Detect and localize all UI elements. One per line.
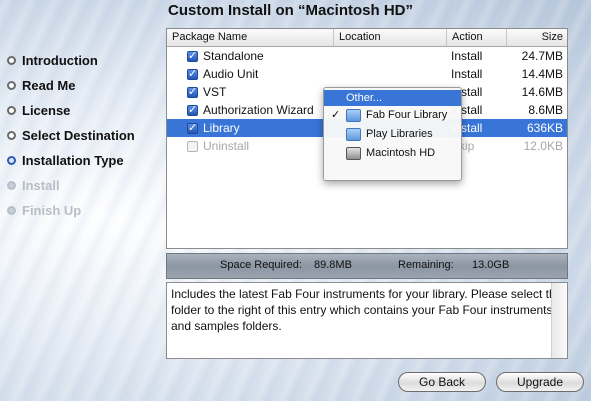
step-label: Finish Up bbox=[22, 202, 82, 218]
step-label: Introduction bbox=[22, 52, 98, 68]
space-info-bar: Space Required: 89.8MB Remaining: 13.0GB bbox=[166, 253, 568, 279]
step-select-destination: Select Destination bbox=[7, 123, 135, 148]
table-row[interactable]: Audio Unit Install 14.4MB bbox=[167, 65, 567, 83]
space-required-value: 89.8MB bbox=[314, 259, 352, 271]
action-cell: Install bbox=[451, 49, 483, 63]
size-cell: 12.0KB bbox=[523, 139, 563, 153]
package-name-cell: VST bbox=[167, 85, 334, 99]
checkbox bbox=[187, 140, 198, 152]
package-name: Audio Unit bbox=[203, 67, 259, 81]
folder-icon bbox=[346, 128, 361, 141]
step-license: License bbox=[7, 98, 135, 123]
step-label: Read Me bbox=[22, 77, 76, 93]
step-bullet-icon bbox=[7, 81, 16, 90]
step-label: License bbox=[22, 102, 71, 118]
hard-disk-icon bbox=[346, 147, 361, 160]
step-label: Install bbox=[22, 177, 60, 193]
package-name-cell: Library bbox=[167, 121, 334, 135]
step-label: Installation Type bbox=[22, 152, 124, 168]
column-header-package-name[interactable]: Package Name bbox=[167, 29, 334, 46]
step-read-me: Read Me bbox=[7, 73, 135, 98]
description-text: Includes the latest Fab Four instruments… bbox=[171, 287, 563, 333]
step-installation-type: Installation Type bbox=[7, 148, 135, 173]
package-name-cell: Uninstall bbox=[167, 139, 334, 153]
step-bullet-icon bbox=[7, 131, 16, 140]
package-description: Includes the latest Fab Four instruments… bbox=[166, 282, 568, 359]
location-popup-menu: Other... ✓ Fab Four Library Play Librari… bbox=[323, 87, 462, 181]
space-remaining-label: Remaining: bbox=[398, 259, 454, 271]
checkbox[interactable] bbox=[187, 121, 198, 134]
space-remaining-value: 13.0GB bbox=[472, 259, 510, 271]
go-back-button[interactable]: Go Back bbox=[398, 372, 486, 392]
space-required-label: Space Required: bbox=[220, 259, 302, 271]
column-header-location[interactable]: Location bbox=[334, 29, 447, 46]
size-cell: 14.4MB bbox=[521, 67, 563, 81]
step-bullet-icon bbox=[7, 56, 16, 65]
package-name: VST bbox=[203, 85, 227, 99]
step-bullet-icon bbox=[7, 206, 16, 215]
size-cell: 636KB bbox=[526, 121, 563, 135]
step-bullet-icon bbox=[7, 181, 16, 190]
menu-item-label: Macintosh HD bbox=[366, 147, 436, 159]
checkbox[interactable] bbox=[187, 49, 198, 62]
menu-item-label: Fab Four Library bbox=[366, 109, 448, 121]
size-cell: 8.6MB bbox=[528, 103, 563, 117]
description-scrollbar[interactable] bbox=[551, 283, 567, 358]
size-cell: 24.7MB bbox=[521, 49, 563, 63]
table-row[interactable]: Standalone Install 24.7MB bbox=[167, 47, 567, 65]
steps-sidebar: Introduction Read Me License Select Dest… bbox=[7, 48, 135, 223]
step-finish-up: Finish Up bbox=[7, 198, 135, 223]
step-introduction: Introduction bbox=[7, 48, 135, 73]
checkbox[interactable] bbox=[187, 103, 198, 116]
table-header: Package Name Location Action Size bbox=[167, 29, 567, 47]
menu-item-label: Play Libraries bbox=[366, 128, 433, 140]
upgrade-button[interactable]: Upgrade bbox=[496, 372, 584, 392]
menu-item-play-libraries[interactable]: Play Libraries bbox=[324, 125, 461, 144]
column-header-size[interactable]: Size bbox=[507, 29, 567, 46]
package-name: Uninstall bbox=[203, 139, 250, 153]
checkbox[interactable] bbox=[187, 85, 198, 98]
package-name: Library bbox=[203, 121, 240, 135]
package-name-cell: Standalone bbox=[167, 49, 334, 63]
package-name: Authorization Wizard bbox=[203, 103, 314, 117]
step-install: Install bbox=[7, 173, 135, 198]
package-name-cell: Audio Unit bbox=[167, 67, 334, 81]
action-cell: Install bbox=[451, 67, 483, 81]
menu-item-other[interactable]: Other... bbox=[324, 90, 461, 106]
menu-item-fab-four-library[interactable]: ✓ Fab Four Library bbox=[324, 106, 461, 125]
checkbox[interactable] bbox=[187, 67, 198, 80]
step-bullet-icon bbox=[7, 106, 16, 115]
step-label: Select Destination bbox=[22, 127, 135, 143]
step-bullet-icon bbox=[7, 156, 16, 165]
size-cell: 14.6MB bbox=[521, 85, 563, 99]
column-header-action[interactable]: Action bbox=[447, 29, 507, 46]
page-title: Custom Install on “Macintosh HD” bbox=[168, 2, 414, 19]
checkmark-icon: ✓ bbox=[331, 109, 341, 121]
menu-item-macintosh-hd[interactable]: Macintosh HD bbox=[324, 144, 461, 163]
package-name: Standalone bbox=[203, 49, 264, 63]
folder-icon bbox=[346, 109, 361, 122]
package-name-cell: Authorization Wizard bbox=[167, 103, 334, 117]
